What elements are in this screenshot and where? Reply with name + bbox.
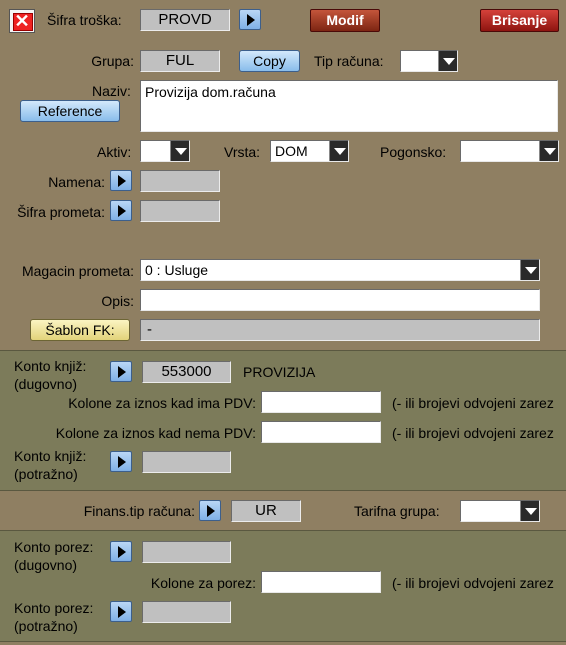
konto-pot-field xyxy=(142,451,231,473)
magacin-label: Magacin prometa: xyxy=(21,263,134,279)
tarifna-grupa-label: Tarifna grupa: xyxy=(354,503,440,519)
vrsta-value: DOM xyxy=(275,143,308,159)
kolone-nema-hint: (- ili brojevi odvojeni zarez xyxy=(392,425,554,441)
tarifna-grupa-select[interactable] xyxy=(460,500,540,522)
kolone-porez-input[interactable] xyxy=(261,571,381,593)
kolone-porez-label: Kolone za porez: xyxy=(150,575,256,591)
kolone-nema-input[interactable] xyxy=(261,421,381,443)
porez-dug-label: Konto porez: xyxy=(14,539,94,555)
konto-pot-arrow-icon[interactable] xyxy=(110,451,132,472)
opis-input[interactable] xyxy=(140,289,540,311)
modif-button[interactable]: Modif xyxy=(310,9,380,32)
brisanje-button[interactable]: Brisanje xyxy=(480,9,559,32)
chevron-down-icon[interactable] xyxy=(438,51,457,71)
grupa-field: FUL xyxy=(140,50,220,72)
aktiv-select[interactable] xyxy=(140,140,190,162)
sifra-prometa-arrow-icon[interactable] xyxy=(110,200,132,221)
kolone-porez-hint: (- ili brojevi odvojeni zarez xyxy=(392,575,554,591)
finans-tip-field: UR xyxy=(231,500,301,522)
close-icon[interactable]: ✕ xyxy=(9,9,35,33)
porez-dug-arrow-icon[interactable] xyxy=(110,541,132,562)
vrsta-label: Vrsta: xyxy=(224,144,261,160)
namena-field xyxy=(140,170,220,192)
grupa-label: Grupa: xyxy=(91,53,134,69)
sablon-fk-field: - xyxy=(140,319,540,341)
chevron-down-icon[interactable] xyxy=(170,141,189,161)
kolone-ima-input[interactable] xyxy=(261,391,381,413)
sifra-troska-field: PROVD xyxy=(140,9,230,31)
porez-dug-sublabel: (dugovno) xyxy=(14,557,78,573)
sifra-prometa-label: Šifra prometa: xyxy=(17,204,105,220)
chevron-down-icon[interactable] xyxy=(329,141,348,161)
finans-tip-arrow-icon[interactable] xyxy=(199,500,221,521)
namena-label: Namena: xyxy=(48,174,105,190)
sifra-troska-label: Šifra troška: xyxy=(47,12,122,28)
pogonsko-label: Pogonsko: xyxy=(380,144,447,160)
namena-arrow-icon[interactable] xyxy=(110,170,132,191)
sablon-fk-button[interactable]: Šablon FK: xyxy=(30,319,130,341)
sifra-prometa-field xyxy=(140,200,220,222)
porez-pot-label: Konto porez: xyxy=(14,600,94,616)
tip-racuna-label: Tip računa: xyxy=(314,53,384,69)
konto-dug-sublabel: (dugovno) xyxy=(14,376,78,392)
konto-dug-label: Konto knjiž: xyxy=(14,358,87,374)
porez-pot-field xyxy=(142,601,231,623)
konto-pot-sublabel: (potražno) xyxy=(14,466,78,482)
konto-dug-arrow-icon[interactable] xyxy=(110,361,132,382)
kolone-nema-label: Kolone za iznos kad nema PDV: xyxy=(55,425,256,441)
opis-label: Opis: xyxy=(101,293,134,309)
sifra-troska-arrow-icon[interactable] xyxy=(239,9,261,30)
porez-dug-field xyxy=(142,541,231,563)
porez-pot-arrow-icon[interactable] xyxy=(110,601,132,622)
konto-dug-field: 553000 xyxy=(142,361,231,383)
chevron-down-icon[interactable] xyxy=(539,141,558,161)
copy-button[interactable]: Copy xyxy=(239,50,300,72)
chevron-down-icon[interactable] xyxy=(520,260,539,280)
chevron-down-icon[interactable] xyxy=(520,501,539,521)
naziv-label: Naziv: xyxy=(92,83,131,99)
finans-tip-label: Finans.tip računa: xyxy=(83,503,195,519)
kolone-ima-hint: (- ili brojevi odvojeni zarez xyxy=(392,395,554,411)
pogonsko-select[interactable] xyxy=(460,140,559,162)
reference-button[interactable]: Reference xyxy=(20,100,120,122)
tip-racuna-select[interactable] xyxy=(400,50,458,72)
kolone-ima-label: Kolone za iznos kad ima PDV: xyxy=(68,395,256,411)
porez-pot-sublabel: (potražno) xyxy=(14,618,78,634)
konto-dug-name: PROVIZIJA xyxy=(243,364,316,380)
magacin-value: 0 : Usluge xyxy=(145,262,209,278)
vrsta-select[interactable]: DOM xyxy=(270,140,349,162)
konto-pot-label: Konto knjiž: xyxy=(14,448,87,464)
magacin-select[interactable]: 0 : Usluge xyxy=(140,259,540,281)
aktiv-label: Aktiv: xyxy=(97,144,132,160)
naziv-textarea[interactable]: Provizija dom.računa xyxy=(140,80,558,132)
